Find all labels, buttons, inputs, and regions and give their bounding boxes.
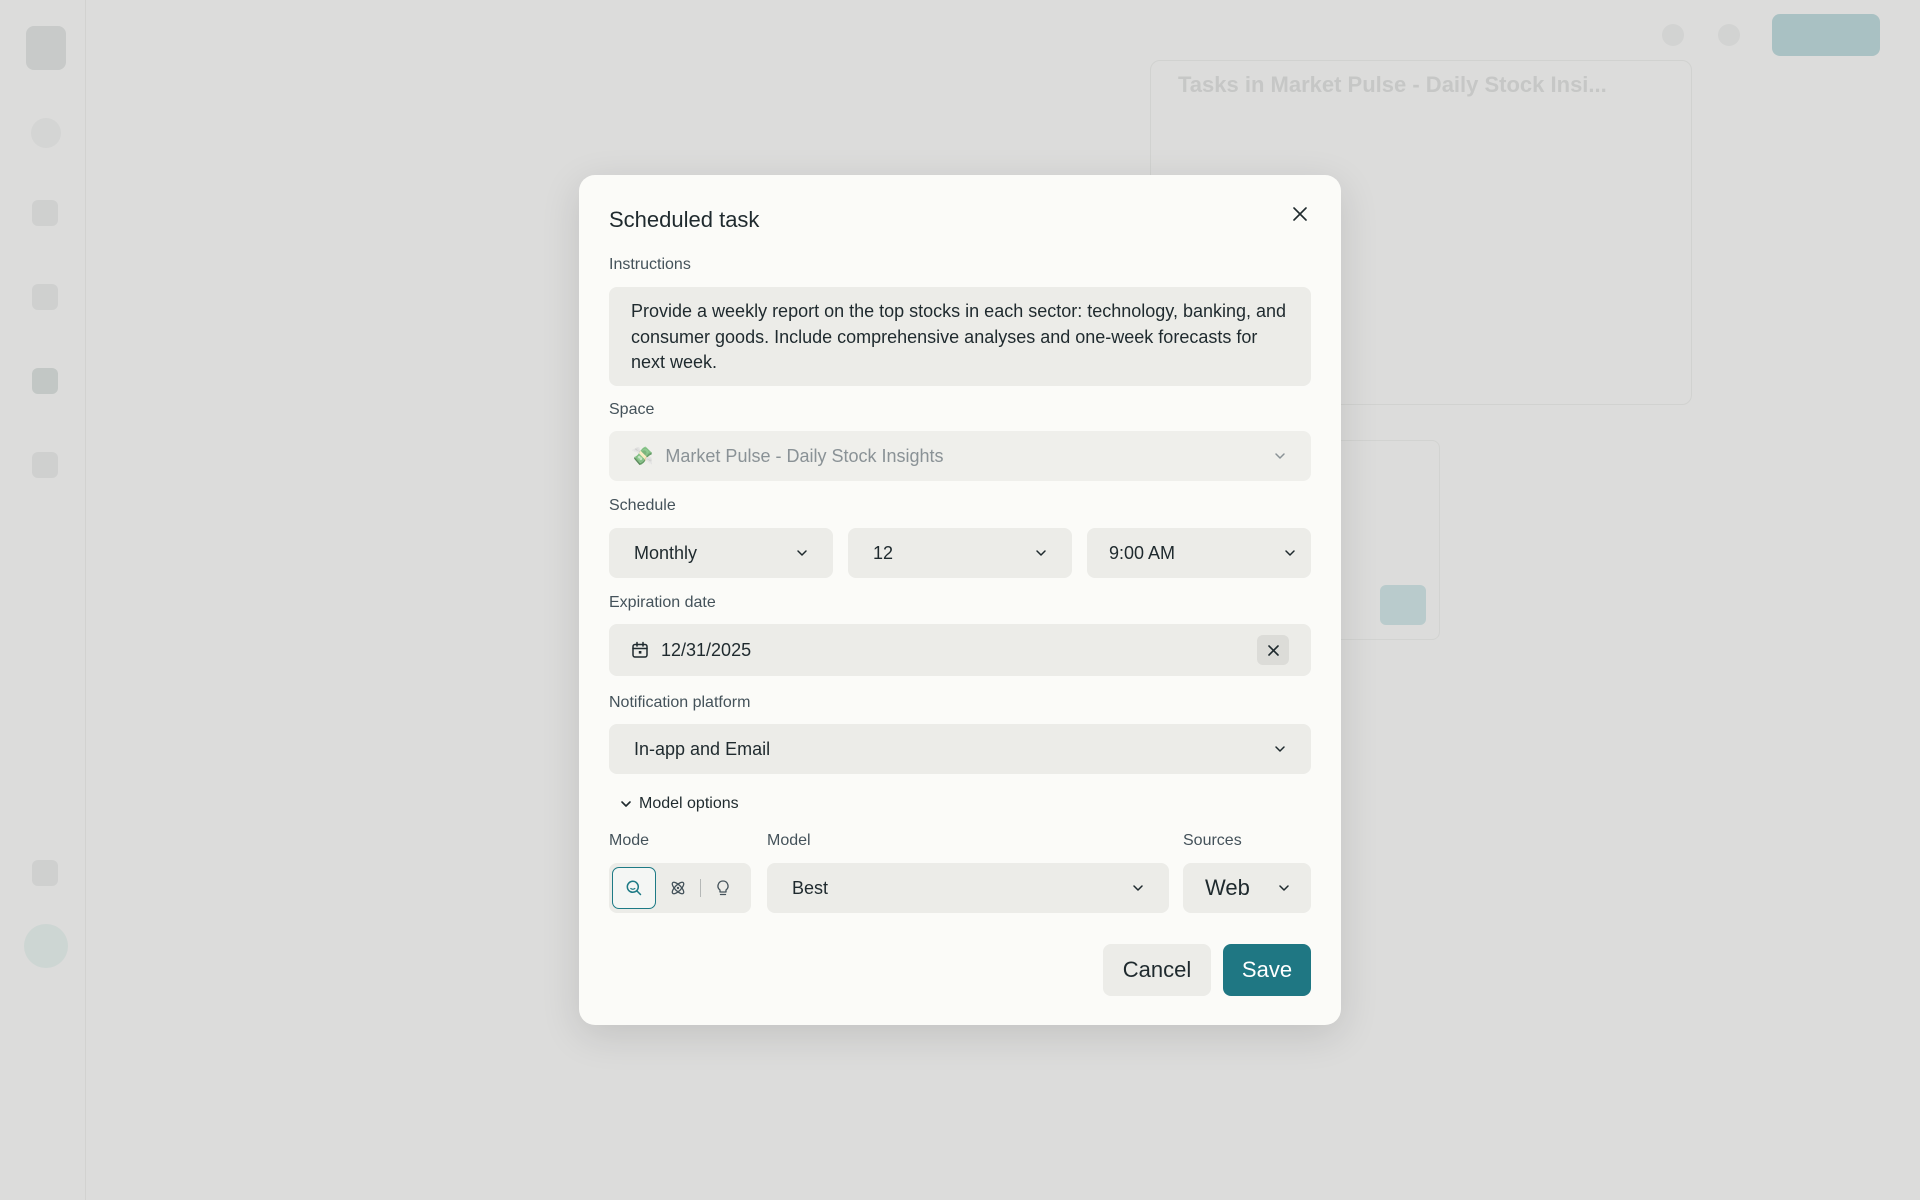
chevron-down-icon bbox=[1036, 550, 1046, 556]
schedule-day-select[interactable]: 12 bbox=[848, 528, 1072, 578]
sources-label: Sources bbox=[1183, 832, 1242, 849]
save-button[interactable]: Save bbox=[1223, 944, 1311, 996]
mode-reasoning-button[interactable] bbox=[701, 867, 745, 909]
space-value: Market Pulse - Daily Stock Insights bbox=[665, 445, 944, 466]
model-options-toggle[interactable]: Model options bbox=[619, 795, 739, 813]
schedule-label: Schedule bbox=[609, 497, 676, 514]
clear-date-button[interactable] bbox=[1257, 635, 1289, 665]
notification-label: Notification platform bbox=[609, 694, 751, 711]
mode-search-button[interactable] bbox=[612, 867, 656, 909]
schedule-frequency-value: Monthly bbox=[634, 542, 698, 563]
close-icon bbox=[1267, 644, 1279, 656]
space-label: Space bbox=[609, 401, 655, 418]
chevron-down-icon bbox=[621, 801, 631, 807]
close-button[interactable] bbox=[1287, 201, 1313, 227]
model-label: Model bbox=[767, 832, 811, 849]
cancel-button[interactable]: Cancel bbox=[1103, 944, 1211, 996]
close-icon bbox=[1293, 207, 1307, 221]
schedule-time-select[interactable]: 9:00 AM bbox=[1087, 528, 1311, 578]
sources-select[interactable]: Web bbox=[1183, 863, 1311, 913]
model-value: Best bbox=[792, 877, 829, 898]
mode-label: Mode bbox=[609, 832, 650, 849]
chevron-down-icon bbox=[1133, 885, 1143, 891]
mode-research-button[interactable] bbox=[656, 867, 700, 909]
chevron-down-icon bbox=[1275, 746, 1285, 752]
notification-platform-select[interactable]: In-app and Email bbox=[609, 724, 1311, 774]
lightbulb-icon bbox=[717, 880, 729, 896]
model-options-label: Model options bbox=[639, 795, 739, 812]
schedule-day-value: 12 bbox=[873, 542, 894, 563]
chevron-down-icon bbox=[797, 550, 807, 556]
chevron-down-icon bbox=[1285, 550, 1295, 556]
mode-selector bbox=[609, 863, 751, 913]
schedule-time-value: 9:00 AM bbox=[1109, 542, 1176, 563]
instructions-label: Instructions bbox=[609, 256, 691, 273]
space-emoji-icon: 💸 bbox=[631, 445, 654, 466]
chevron-down-icon bbox=[1279, 885, 1289, 891]
calendar-icon bbox=[632, 641, 648, 658]
dialog-title: Scheduled task bbox=[609, 207, 760, 232]
atom-icon bbox=[671, 881, 685, 895]
search-icon bbox=[626, 880, 642, 896]
instructions-textarea[interactable]: Provide a weekly report on the top stock… bbox=[609, 287, 1311, 386]
sources-value: Web bbox=[1205, 875, 1250, 900]
expiration-label: Expiration date bbox=[609, 594, 716, 611]
expiration-date-field[interactable]: 12/31/2025 bbox=[609, 624, 1311, 676]
model-select[interactable]: Best bbox=[767, 863, 1169, 913]
expiration-date-value: 12/31/2025 bbox=[661, 639, 752, 660]
scheduled-task-dialog: Scheduled task Instructions Provide a we… bbox=[579, 175, 1341, 1025]
notification-platform-value: In-app and Email bbox=[634, 738, 771, 759]
schedule-frequency-select[interactable]: Monthly bbox=[609, 528, 833, 578]
chevron-down-icon bbox=[1275, 453, 1285, 459]
space-select[interactable]: 💸 Market Pulse - Daily Stock Insights bbox=[609, 431, 1311, 481]
